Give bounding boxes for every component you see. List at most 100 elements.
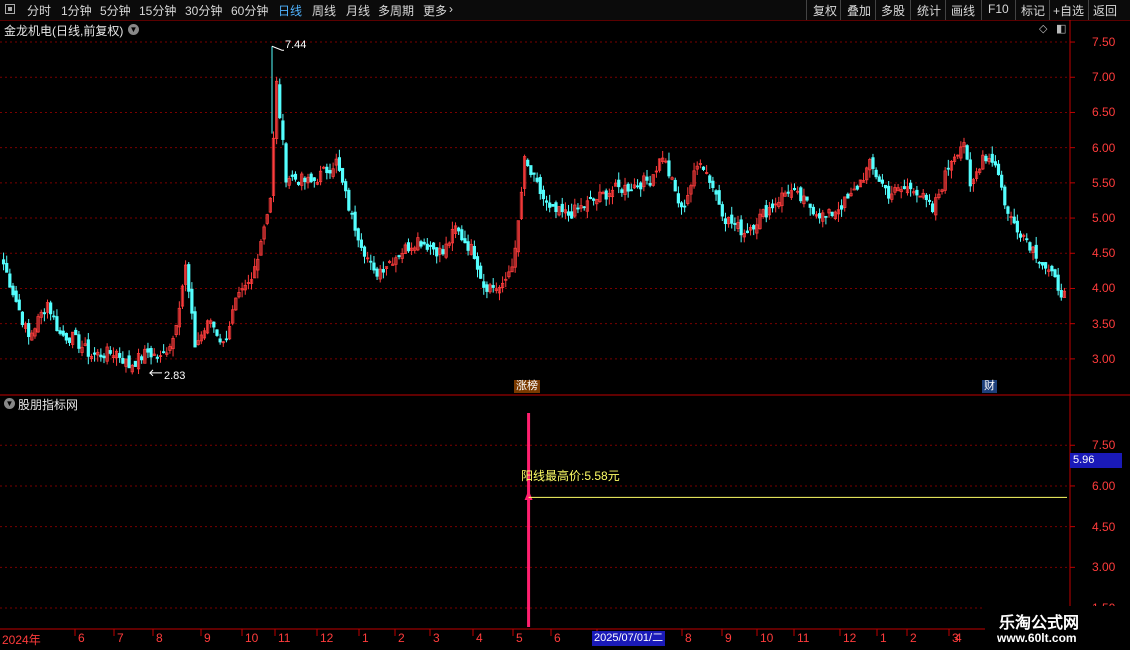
chevron-down-icon[interactable]: ▼ [4,398,15,409]
candle-body [996,163,1001,176]
candle-body [551,204,555,207]
candle-body [466,241,470,251]
candle-body [711,180,715,189]
candle-body [92,352,97,355]
candle-body [635,185,640,188]
candle-body [133,360,137,367]
candle-body [720,204,724,217]
x-tick-label: 12 [843,631,857,645]
x-tick-label: 4 [476,631,483,645]
high-arrow [271,45,284,51]
candle-body [212,321,216,328]
candle-body [441,249,445,255]
candle-body [560,203,564,213]
candle-body [1,259,6,265]
candle-body [118,353,122,358]
x-tick-label: 10 [245,631,259,645]
y-tick-label: 5.50 [1092,175,1116,190]
candle-body [1059,290,1063,298]
candle-body [475,256,480,270]
candle-body [328,170,332,174]
candle-body [883,184,888,189]
candle-body [855,185,859,190]
candle-body [485,284,489,292]
x-tick-label: 5 [516,631,523,645]
candle-body [121,357,125,364]
diamond-icon[interactable]: ◇ [1039,22,1047,35]
candle-body [874,169,878,178]
chevron-down-icon[interactable]: ▼ [128,24,139,35]
low-arrow [148,369,162,377]
candle-body [293,173,298,180]
candle-body [397,255,401,258]
indicator-tick-label: 4.50 [1092,519,1116,534]
x-tick-label: 6 [554,631,561,645]
finance-badge[interactable]: 财 [982,380,997,393]
x-tick-label: 3 [433,631,440,645]
candle-body [375,268,379,277]
candle-body [582,206,586,209]
kline-chart[interactable] [0,0,1130,650]
candle-body [146,348,150,353]
candle-body [541,189,546,200]
candle-body [852,188,856,191]
x-tick-label: 4 [955,631,962,645]
y-tick-label: 7.00 [1092,70,1116,85]
panel-toggle-icon[interactable]: ◧ [1056,22,1066,35]
candle-body [463,238,467,244]
candle-body [667,160,671,177]
candle-body [792,187,797,191]
candle-body [428,244,433,247]
x-tick-label: 11 [278,631,291,645]
candle-body [422,241,426,245]
candle-body [1040,262,1045,266]
candle-body [356,228,360,241]
candle-body [588,196,593,200]
candle-body [297,181,301,185]
candle-body [431,242,436,250]
candle-body [472,245,476,259]
candle-body [325,166,329,174]
candle-body [648,183,652,186]
indicator-tick-label: 6.00 [1092,478,1116,493]
candle-body [620,189,624,193]
candle-body [965,145,969,160]
candle-body [86,339,90,357]
candle-body [839,205,844,210]
candle-body [745,230,750,234]
x-tick-label: 7 [117,631,124,645]
candle-body [570,211,574,219]
x-tick-label: 10 [760,631,774,645]
candle-body [20,311,25,326]
x-tick-label: 8 [685,631,692,645]
candle-body [140,356,144,361]
y-tick-label: 3.50 [1092,316,1116,331]
x-tick-label: 12 [320,631,334,645]
candle-body [52,315,56,318]
candle-body [215,329,219,336]
candle-body [347,189,351,211]
candle-body [723,218,728,225]
candle-body [645,176,649,181]
candle-body [369,260,373,263]
candle-body [554,202,558,213]
candle-body [457,227,461,232]
candle-body [340,167,345,183]
candle-body [27,323,31,338]
limit-up-badge[interactable]: 涨榜 [514,380,540,393]
candle-body [406,242,411,252]
candle-body [909,182,913,190]
low-price-label: 2.83 [164,370,186,382]
candle-body [49,302,53,315]
candle-body [880,179,884,184]
current-price-box: 5.96 [1070,453,1122,468]
candle-body [359,239,363,248]
y-tick-label: 6.50 [1092,105,1116,120]
candle-body [58,330,62,334]
candle-body [17,299,21,311]
x-tick-label: 9 [725,631,732,645]
y-tick-label: 4.00 [1092,281,1116,296]
candle-body [679,202,684,208]
signal-annotation: 阳线最高价:5.58元 [521,469,620,483]
candle-body [278,84,282,119]
